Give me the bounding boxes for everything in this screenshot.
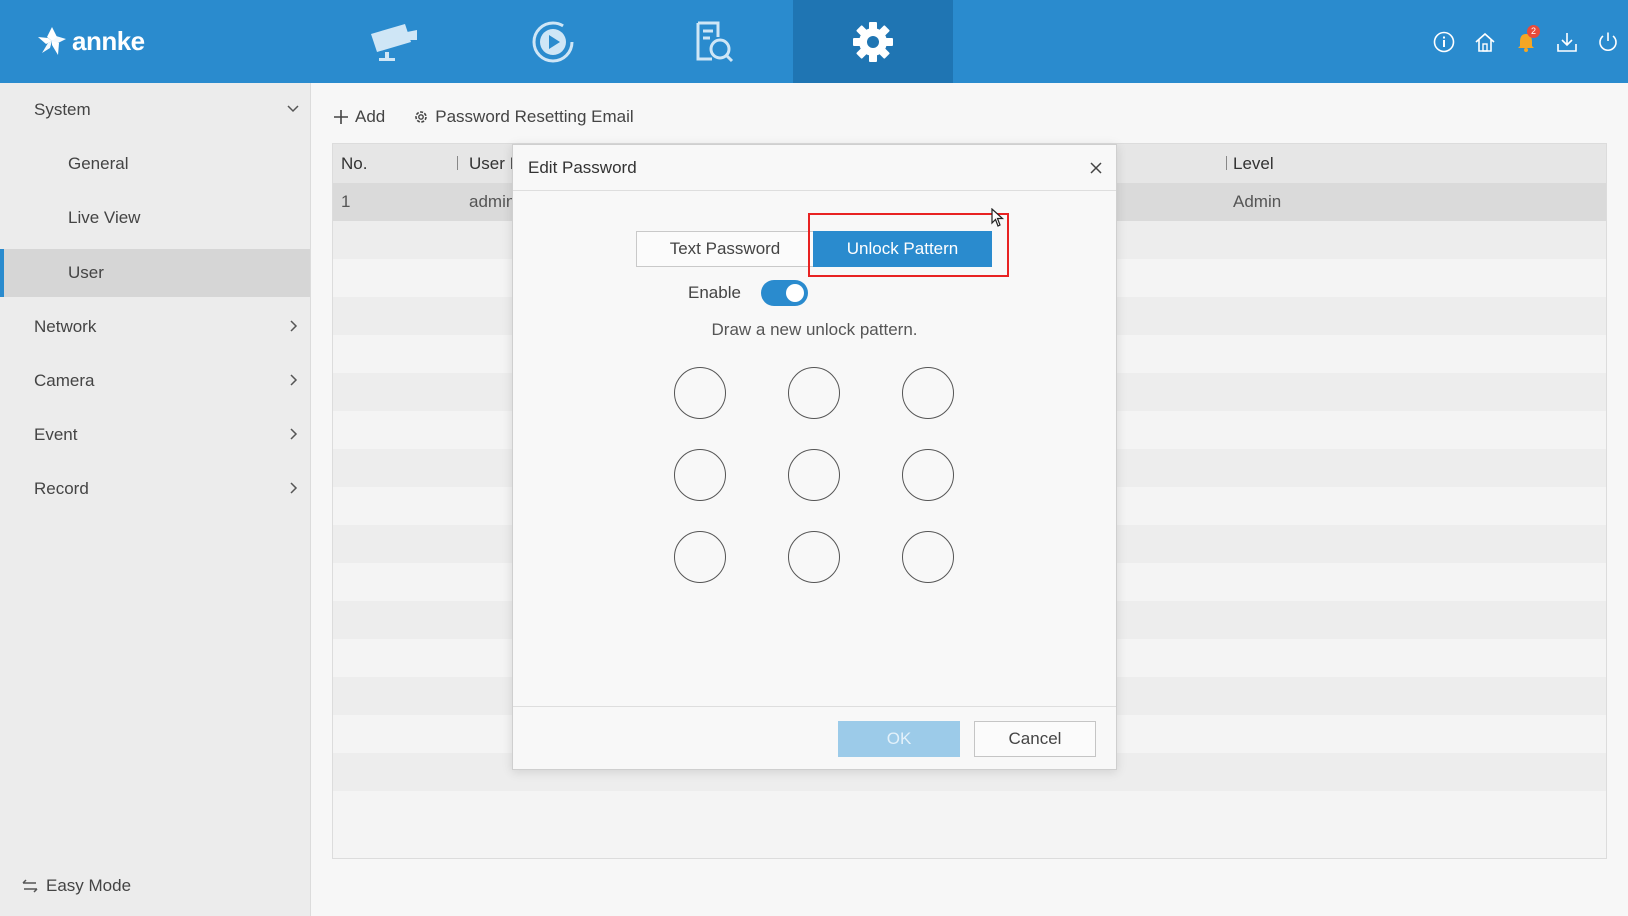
download-button[interactable]	[1546, 21, 1587, 62]
download-icon	[1556, 32, 1577, 52]
nav-search[interactable]	[633, 0, 793, 83]
sidebar-item-live-view[interactable]: Live View	[0, 194, 310, 242]
sidebar-item-label: Network	[34, 317, 97, 336]
sidebar-item-label: General	[68, 154, 129, 173]
home-icon	[1474, 32, 1495, 52]
reset-email-label: Password Resetting Email	[435, 107, 634, 126]
enable-label: Enable	[688, 283, 741, 302]
ok-button[interactable]: OK	[838, 721, 960, 757]
chevron-right-icon	[290, 374, 298, 386]
playback-icon	[532, 21, 574, 62]
pattern-dot-6[interactable]	[902, 449, 954, 501]
dialog-close-button[interactable]	[1086, 158, 1106, 178]
sidebar-item-label: User	[68, 263, 104, 282]
notifications-button[interactable]: 2	[1505, 21, 1546, 62]
toolbar: Add Password Resetting Email	[333, 104, 662, 130]
pattern-dot-8[interactable]	[788, 531, 840, 583]
column-level: Level	[1233, 154, 1274, 173]
logo: annke	[36, 22, 145, 60]
sidebar-item-general[interactable]: General	[0, 140, 310, 188]
top-bar: annke 2	[0, 0, 1628, 83]
cell-level: Admin	[1233, 192, 1282, 211]
add-label: Add	[355, 107, 386, 126]
chevron-right-icon	[290, 428, 298, 440]
unlock-pattern-grid[interactable]	[674, 367, 954, 583]
nav-live-view[interactable]	[313, 0, 473, 83]
password-resetting-email-button[interactable]: Password Resetting Email	[413, 107, 634, 127]
nav-playback[interactable]	[473, 0, 633, 83]
sidebar-item-system[interactable]: System	[0, 86, 310, 134]
gear-icon	[415, 111, 428, 123]
enable-toggle[interactable]	[760, 280, 808, 306]
column-user-name: User I	[469, 154, 515, 173]
column-no: No.	[341, 154, 368, 173]
camera-icon	[371, 23, 417, 61]
plus-icon	[334, 110, 348, 124]
pattern-dot-4[interactable]	[674, 449, 726, 501]
notification-badge: 2	[1527, 25, 1540, 38]
sidebar-item-label: Event	[34, 425, 78, 444]
column-divider	[1226, 156, 1227, 170]
sidebar: System General Live View User Network Ca…	[0, 83, 311, 916]
swap-arrows-icon	[22, 879, 38, 893]
home-button[interactable]	[1464, 21, 1505, 62]
gear-icon	[853, 21, 893, 62]
dialog-footer: OK Cancel	[513, 706, 1116, 769]
sidebar-item-label: Camera	[34, 371, 95, 390]
pattern-hint: Draw a new unlock pattern.	[711, 320, 918, 339]
column-divider	[457, 156, 458, 170]
info-button[interactable]	[1423, 21, 1464, 62]
top-right-icons: 2	[1423, 0, 1628, 83]
power-icon	[1598, 32, 1617, 51]
chevron-down-icon	[287, 105, 299, 113]
cell-no: 1	[341, 192, 351, 211]
add-user-button[interactable]: Add	[333, 107, 385, 127]
sidebar-item-user[interactable]: User	[0, 249, 310, 297]
pattern-dot-9[interactable]	[902, 531, 954, 583]
pattern-dot-7[interactable]	[674, 531, 726, 583]
pattern-dot-5[interactable]	[788, 449, 840, 501]
easy-mode-label: Easy Mode	[46, 876, 132, 895]
cell-user: admin	[469, 192, 516, 211]
tab-text-password[interactable]: Text Password	[636, 231, 814, 267]
dialog-header: Edit Password	[513, 145, 1116, 191]
brand-name: annke	[72, 25, 145, 56]
pattern-dot-2[interactable]	[788, 367, 840, 419]
sidebar-item-label: System	[34, 100, 91, 119]
sidebar-item-label: Live View	[68, 208, 141, 227]
info-icon	[1433, 31, 1454, 52]
sidebar-item-network[interactable]: Network	[0, 303, 310, 351]
sidebar-item-label: Record	[34, 479, 89, 498]
edit-password-dialog: Edit Password Text Password Unlock Patte…	[512, 144, 1117, 770]
pattern-dot-3[interactable]	[902, 367, 954, 419]
sidebar-item-event[interactable]: Event	[0, 411, 310, 459]
table-row-empty	[333, 791, 1606, 829]
sidebar-item-record[interactable]: Record	[0, 465, 310, 513]
highlight-box	[808, 213, 1009, 277]
enable-row: Enable	[688, 280, 808, 306]
dialog-title: Edit Password	[528, 157, 637, 177]
pattern-dot-1[interactable]	[674, 367, 726, 419]
file-search-icon	[696, 21, 734, 62]
close-icon	[1090, 162, 1102, 174]
toggle-knob	[785, 284, 804, 302]
logout-button[interactable]	[1587, 21, 1628, 62]
mouse-cursor-icon	[991, 208, 1005, 227]
easy-mode-button[interactable]: Easy Mode	[22, 876, 131, 896]
chevron-right-icon	[290, 320, 298, 332]
cancel-button[interactable]: Cancel	[974, 721, 1096, 757]
nav-configuration[interactable]	[793, 0, 953, 83]
annke-logo-icon	[38, 27, 66, 55]
sidebar-item-camera[interactable]: Camera	[0, 357, 310, 405]
chevron-right-icon	[290, 482, 298, 494]
